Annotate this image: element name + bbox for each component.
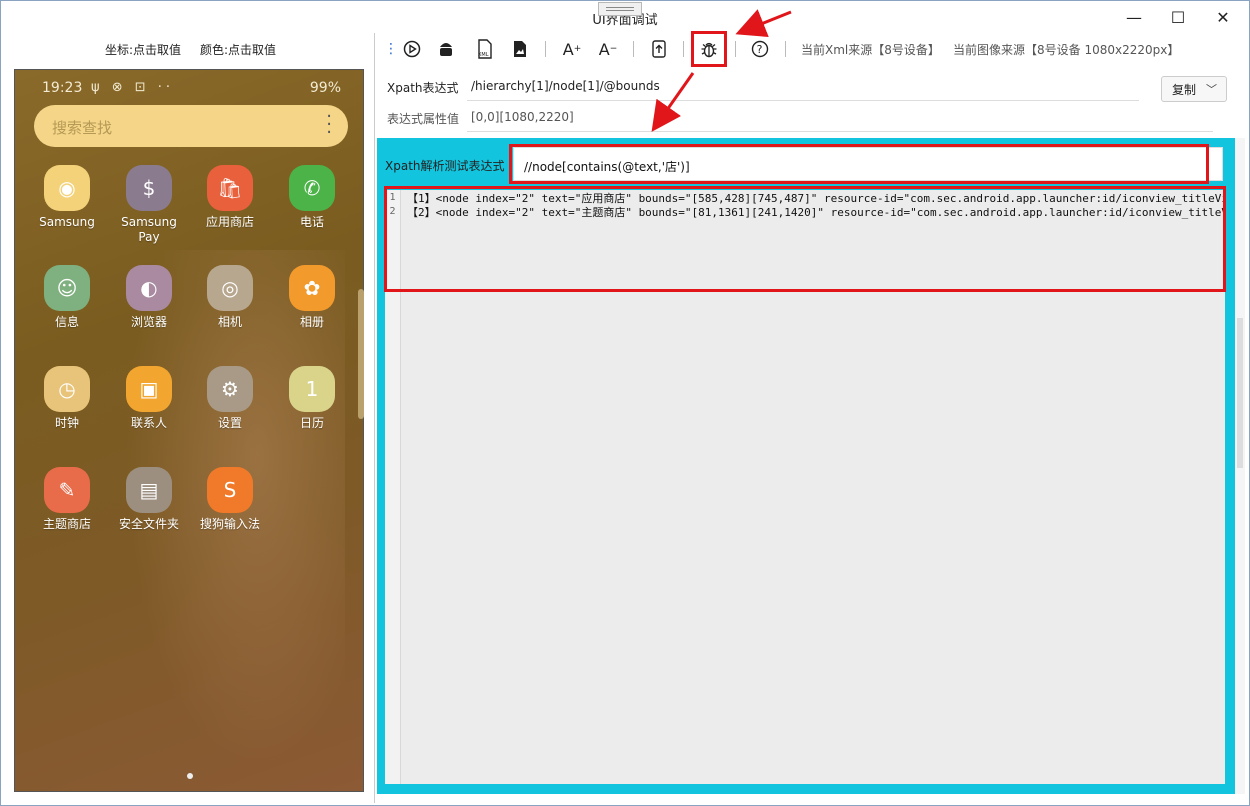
status-time: 19:23 [42, 80, 83, 96]
attr-value-label: 表达式属性值 [387, 112, 460, 126]
app-8[interactable]: ◷ 时钟 [27, 366, 107, 431]
test-expression-label: Xpath解析测试表达式 [385, 159, 505, 173]
phone-search-bar[interactable]: 搜索查找 · · · [34, 105, 348, 147]
samsung-folder-icon: ◉ [44, 165, 90, 211]
xml-file-icon[interactable]: XML [474, 38, 496, 60]
theme-store-icon: ✎ [44, 467, 90, 513]
title-bar: UI界面调试 — ☐ ✕ [1, 1, 1249, 33]
android-icon[interactable] [435, 38, 457, 60]
play-icon[interactable] [401, 38, 423, 60]
app-2[interactable]: 🛍 应用商店 [190, 165, 270, 230]
app-14[interactable]: S 搜狗输入法 [190, 467, 270, 532]
app-label: 设置 [217, 416, 242, 430]
message-icon: ☺ [44, 265, 90, 311]
annotation-arrows [651, 9, 792, 132]
app-13[interactable]: ▤ 安全文件夹 [109, 467, 189, 532]
store-bag-icon: 🛍 [207, 165, 253, 211]
app-9[interactable]: ▣ 联系人 [109, 366, 189, 431]
app-1[interactable]: $ Samsung Pay [109, 165, 189, 245]
svg-text:XML: XML [478, 52, 489, 58]
decrease-font-icon[interactable]: A − [597, 38, 619, 60]
search-placeholder: 搜索查找 [52, 119, 113, 137]
app-6[interactable]: ◎ 相机 [190, 265, 270, 330]
samsung-pay-icon: $ [126, 165, 172, 211]
close-button[interactable]: ✕ [1200, 1, 1246, 33]
contacts-icon: ▣ [126, 366, 172, 412]
status-icons: ψ ⊗ ⊡ ·· [91, 80, 175, 95]
app-label: Samsung [39, 215, 95, 229]
app-label: 浏览器 [130, 315, 167, 329]
right-scrollbar[interactable] [1235, 138, 1245, 794]
phone-scroll-thumb[interactable] [358, 289, 364, 419]
xpath-input[interactable]: /hierarchy[1]/node[1]/@bounds [471, 79, 660, 93]
app-11[interactable]: 1 日历 [272, 366, 352, 431]
attr-value-field[interactable]: [0,0][1080,2220] [471, 110, 574, 124]
app-label: 电话 [299, 215, 324, 229]
phone-icon: ✆ [289, 165, 335, 211]
more-dots-icon[interactable]: ⋮ [384, 38, 398, 60]
app-12[interactable]: ✎ 主题商店 [27, 467, 107, 532]
app-5[interactable]: ◐ 浏览器 [109, 265, 189, 330]
maximize-button[interactable]: ☐ [1155, 1, 1201, 33]
coordinate-readout: 坐标:点击取值 [105, 43, 182, 57]
browser-icon: ◐ [126, 265, 172, 311]
page-indicator [187, 773, 193, 779]
app-0[interactable]: ◉ Samsung [27, 165, 107, 230]
app-label: 主题商店 [42, 517, 91, 531]
drag-handle[interactable] [598, 2, 642, 16]
results-highlight [384, 186, 1226, 292]
app-label: 搜狗输入法 [199, 517, 260, 531]
ui-debug-window: UI界面调试 — ☐ ✕ 坐标:点击取值 颜色:点击取值 19:23 ψ ⊗ ⊡… [0, 0, 1250, 806]
minimize-button[interactable]: — [1111, 1, 1157, 33]
app-10[interactable]: ⚙ 设置 [190, 366, 270, 431]
app-label: 信息 [54, 315, 79, 329]
app-label: 时钟 [54, 416, 79, 430]
app-3[interactable]: ✆ 电话 [272, 165, 352, 230]
camera-icon: ◎ [207, 265, 253, 311]
xpath-label: Xpath表达式 [387, 81, 459, 95]
xml-source-label: 当前Xml来源【8号设备】 [801, 43, 940, 57]
app-label: 安全文件夹 [118, 517, 179, 531]
battery-level: 99% [309, 80, 341, 96]
app-7[interactable]: ✿ 相册 [272, 265, 352, 330]
app-label: 联系人 [130, 416, 167, 430]
status-bar: 19:23 ψ ⊗ ⊡ ·· 99% [15, 78, 363, 100]
app-label: 日历 [299, 416, 324, 430]
image-file-icon[interactable] [509, 38, 531, 60]
device-screen[interactable]: 19:23 ψ ⊗ ⊡ ·· 99% 搜索查找 · · · ◉ Samsung $ Sam… [14, 69, 364, 792]
image-source-label: 当前图像来源【8号设备 1080x2220px】 [953, 43, 1180, 57]
app-label: 相册 [299, 315, 324, 329]
more-vertical-icon[interactable]: · · · [326, 108, 332, 142]
calendar-icon: 1 [289, 366, 335, 412]
app-4[interactable]: ☺ 信息 [27, 265, 107, 330]
settings-icon: ⚙ [207, 366, 253, 412]
chevron-down-icon: ﹀ [1206, 83, 1217, 96]
copy-button-label: 复制 [1172, 82, 1197, 97]
toolbar: ⋮ XML A + A − ? 当前Xml来源【8号设备】 当前图像来源【8号设备 … [377, 33, 1249, 65]
test-input-highlight [509, 144, 1209, 184]
gallery-icon: ✿ [289, 265, 335, 311]
sogou-icon: S [207, 467, 253, 513]
phone-panel-header: 坐标:点击取值 颜色:点击取值 [1, 33, 374, 63]
app-label: Samsung Pay [121, 215, 177, 244]
app-label: 相机 [217, 315, 242, 329]
color-readout: 颜色:点击取值 [200, 43, 277, 57]
secure-folder-icon: ▤ [126, 467, 172, 513]
copy-dropdown-button[interactable]: 复制 ﹀ [1161, 76, 1227, 102]
increase-font-icon[interactable]: A + [561, 38, 583, 60]
app-label: 应用商店 [205, 215, 254, 229]
clock-icon: ◷ [44, 366, 90, 412]
